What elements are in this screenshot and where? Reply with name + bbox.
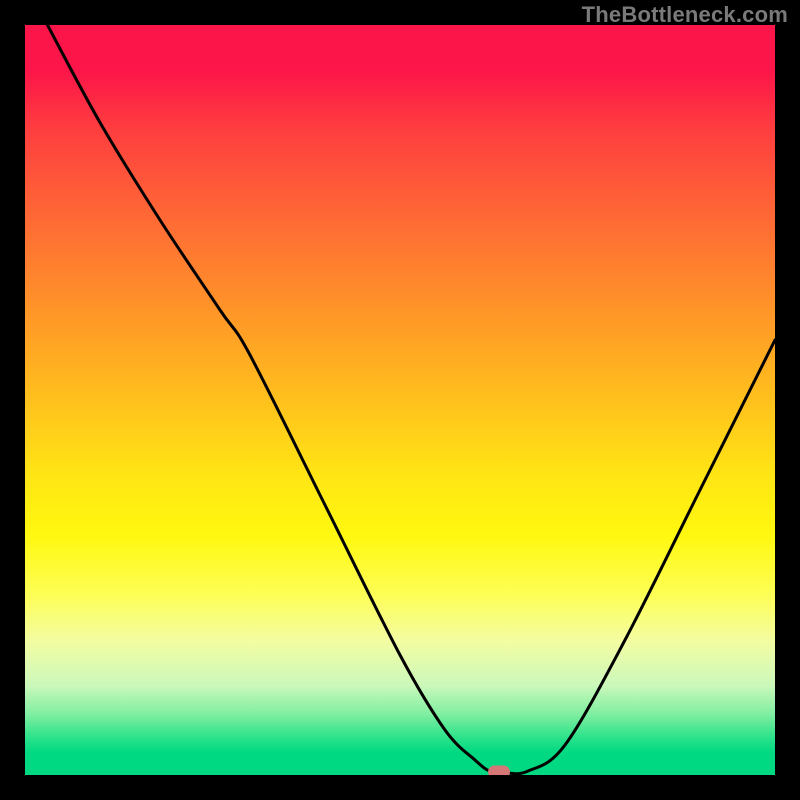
bottleneck-curve-path xyxy=(48,25,776,774)
optimal-point-marker xyxy=(488,766,510,776)
plot-area xyxy=(25,25,775,775)
bottleneck-curve-svg xyxy=(25,25,775,775)
chart-frame: TheBottleneck.com xyxy=(0,0,800,800)
